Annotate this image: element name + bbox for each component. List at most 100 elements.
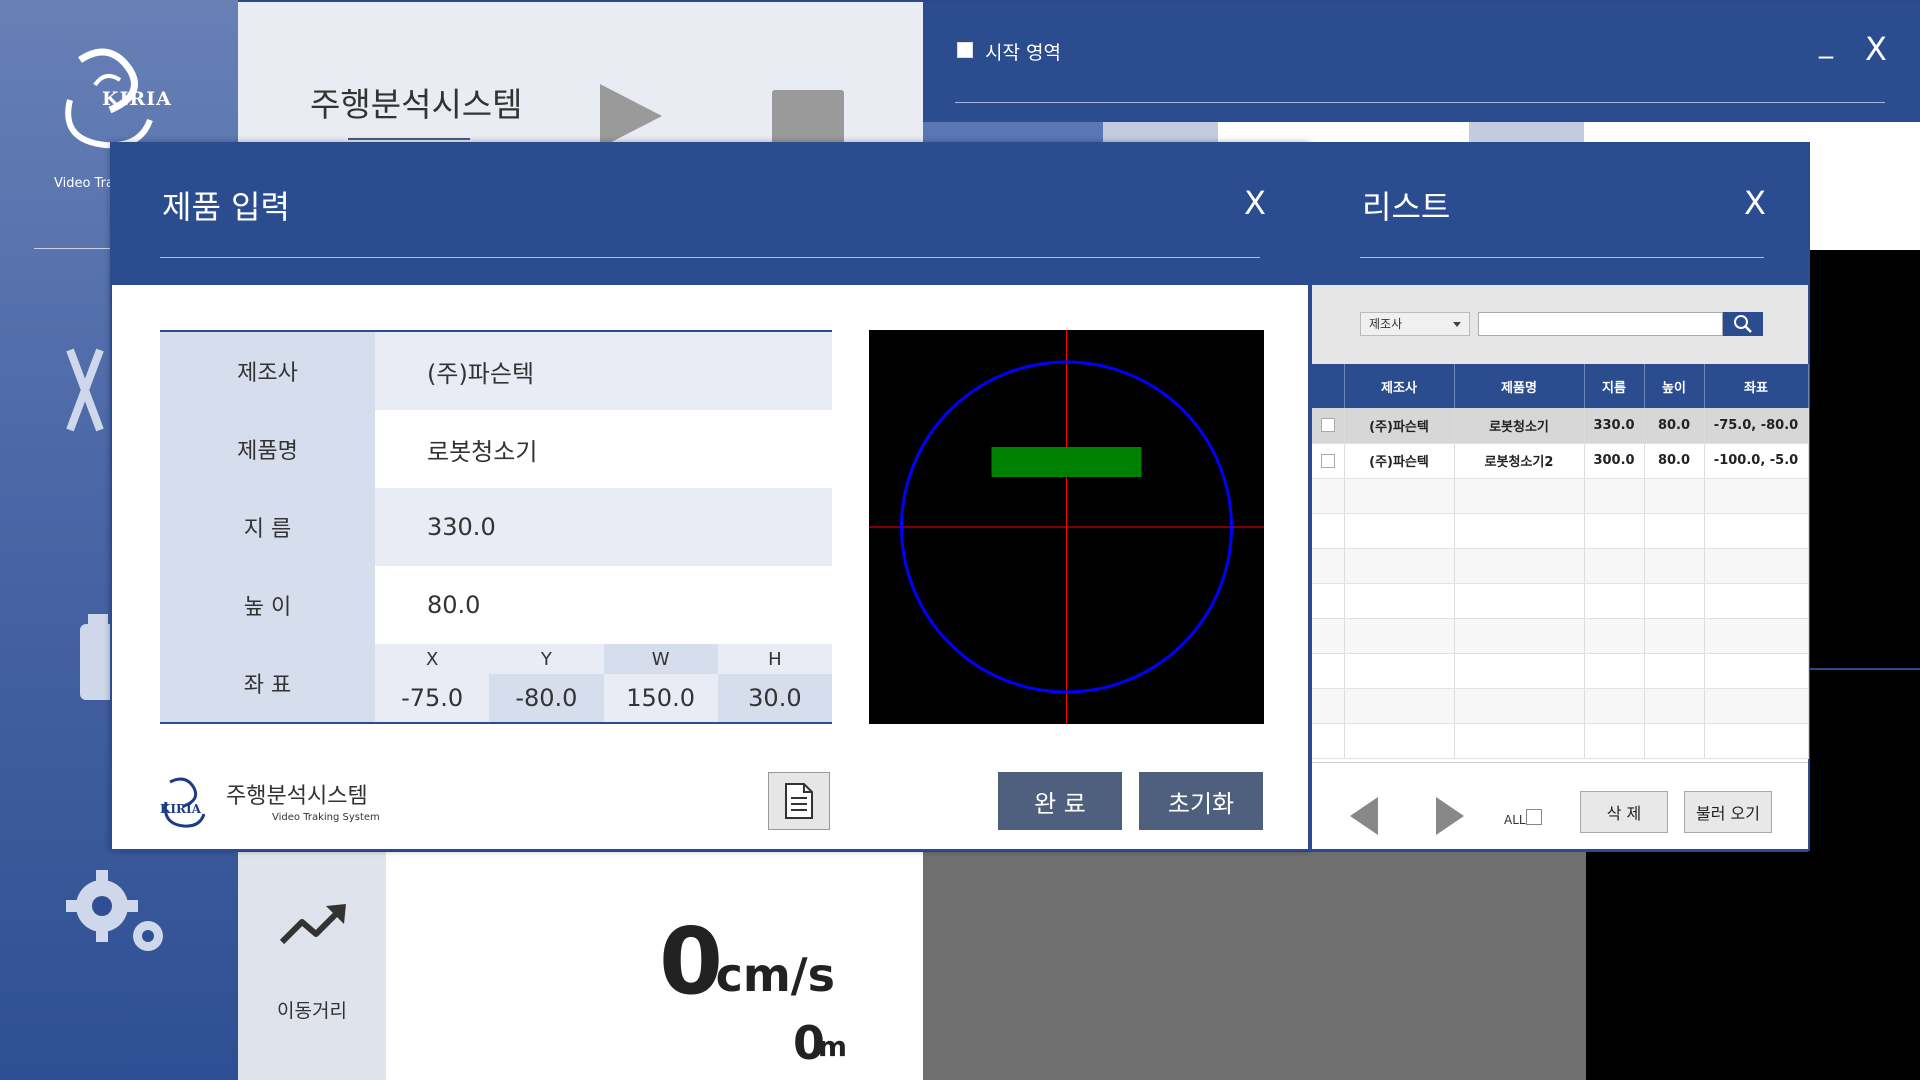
kiria-brand-text: KIRIA <box>102 88 172 110</box>
start-area-checkbox[interactable] <box>957 42 973 58</box>
dialog-close-button[interactable]: X <box>1244 184 1266 222</box>
product-preview-canvas <box>869 330 1264 724</box>
coord-w-header: W <box>603 644 718 674</box>
coord-h-header: H <box>717 644 832 674</box>
list-dialog-header: 리스트 X <box>1312 144 1808 285</box>
list-close-button[interactable]: X <box>1744 184 1766 222</box>
product-input-dialog: 제품 입력 X 제조사 (주)파슨텍 제품명 로봇청소기 지 름 330.0 높… <box>110 142 1310 851</box>
row-checkbox-cell <box>1312 443 1345 479</box>
coord-x-header: X <box>375 644 490 674</box>
search-button[interactable] <box>1723 312 1763 336</box>
select-all-checkbox[interactable] <box>1526 809 1542 825</box>
trend-up-icon <box>279 904 346 945</box>
row-checkbox-cell <box>1312 408 1345 444</box>
select-all-label: ALL <box>1504 813 1526 827</box>
maker-cell: (주)파슨텍 <box>1344 443 1455 479</box>
product-area-rect <box>991 447 1142 477</box>
empty-row <box>1312 688 1809 724</box>
minimize-button[interactable]: _ <box>1819 26 1833 59</box>
column-header[interactable]: 지름 <box>1584 364 1645 408</box>
height-cell: 80.0 <box>1644 443 1705 479</box>
logo-caption: Video Tra <box>54 176 114 191</box>
diameter-cell: 300.0 <box>1584 443 1645 479</box>
row-checkbox[interactable] <box>1320 453 1335 468</box>
distance-label: 이동거리 <box>277 1000 347 1022</box>
maker-cell: (주)파슨텍 <box>1344 408 1455 444</box>
speed-value: 0 <box>658 908 723 1015</box>
distance-unit: m <box>817 1030 847 1063</box>
manufacturer-label: 제조사 <box>160 332 375 410</box>
next-page-icon[interactable] <box>1434 797 1464 835</box>
load-button[interactable]: 불러 오기 <box>1684 791 1772 833</box>
product-list-table: 제조사 제품명 지름 높이 좌표 (주)파슨텍 로봇청소기 330.0 80.0… <box>1312 364 1809 759</box>
coord-y-field[interactable]: -80.0 <box>489 674 604 722</box>
dialog-title: 제품 입력 <box>162 188 290 226</box>
speed-panel: 0 cm/s 0 m <box>386 852 923 1080</box>
empty-row <box>1312 618 1809 654</box>
empty-row <box>1312 653 1809 689</box>
product-cell: 로봇청소기 <box>1454 408 1585 444</box>
coordinates-grid: X Y W H -75.0 -80.0 150.0 30.0 <box>375 644 832 722</box>
delete-button[interactable]: 삭 제 <box>1580 791 1668 833</box>
product-name-label: 제품명 <box>160 410 375 488</box>
tool-icon[interactable] <box>60 340 110 440</box>
product-form: 제조사 (주)파슨텍 제품명 로봇청소기 지 름 330.0 높 이 80.0 … <box>160 330 832 724</box>
column-header[interactable]: 제조사 <box>1344 364 1455 408</box>
height-label: 높 이 <box>160 566 375 644</box>
empty-row <box>1312 548 1809 584</box>
footer-app-subtitle: Video Traking System <box>272 812 380 823</box>
footer-brand-text: KIRIA <box>160 802 201 816</box>
empty-row <box>1312 513 1809 549</box>
list-search-input[interactable] <box>1478 312 1723 336</box>
product-name-field[interactable]: 로봇청소기 <box>375 410 832 488</box>
start-area-window: 시작 영역 _ X <box>923 2 1920 122</box>
empty-row <box>1312 723 1809 759</box>
chevron-down-icon <box>1453 322 1461 327</box>
table-row[interactable]: (주)파슨텍 로봇청소기 330.0 80.0 -75.0, -80.0 <box>1312 408 1809 444</box>
dialog-header-divider <box>160 257 1260 258</box>
bg-gray-panel <box>923 852 1586 1080</box>
manufacturer-filter-select[interactable]: 제조사 <box>1360 312 1470 336</box>
play-icon[interactable] <box>600 84 662 148</box>
diameter-field[interactable]: 330.0 <box>375 488 832 566</box>
coord-w-field[interactable]: 150.0 <box>603 674 718 722</box>
close-button[interactable]: X <box>1865 30 1887 68</box>
select-column-header <box>1312 364 1345 408</box>
diameter-label: 지 름 <box>160 488 375 566</box>
form-row-product-name: 제품명 로봇청소기 <box>160 410 832 488</box>
complete-button[interactable]: 완 료 <box>998 772 1122 830</box>
form-row-manufacturer: 제조사 (주)파슨텍 <box>160 332 832 410</box>
form-row-height: 높 이 80.0 <box>160 566 832 644</box>
title-underline <box>348 138 470 140</box>
coord-cell: -100.0, -5.0 <box>1704 443 1809 479</box>
coord-x-field[interactable]: -75.0 <box>375 674 490 722</box>
bg-video-view <box>1808 250 1920 668</box>
reset-button[interactable]: 초기화 <box>1139 772 1263 830</box>
column-header[interactable]: 좌표 <box>1704 364 1809 408</box>
prev-page-icon[interactable] <box>1350 797 1380 835</box>
empty-row <box>1312 583 1809 619</box>
product-dialog-header: 제품 입력 X <box>112 144 1308 285</box>
manufacturer-field[interactable]: (주)파슨텍 <box>375 332 832 410</box>
list-dialog: 리스트 X 제조사 제조사 제품명 지름 높이 좌표 (주)파슨텍 로봇청소기 … <box>1310 142 1810 851</box>
search-icon <box>1734 315 1752 333</box>
column-header[interactable]: 높이 <box>1644 364 1705 408</box>
gear-icon[interactable] <box>64 866 174 962</box>
distance-panel: 이동거리 <box>238 852 386 1080</box>
bg-black-panel <box>1586 852 1920 1080</box>
table-row[interactable]: (주)파슨텍 로봇청소기2 300.0 80.0 -100.0, -5.0 <box>1312 443 1809 479</box>
app-header-panel: 주행분석시스템 <box>238 2 923 152</box>
document-button[interactable] <box>768 772 830 830</box>
coord-y-header: Y <box>489 644 604 674</box>
form-row-coordinates: 좌 표 X Y W H -75.0 -80.0 150.0 30.0 <box>160 644 832 722</box>
speed-unit: cm/s <box>715 948 835 1002</box>
coord-h-field[interactable]: 30.0 <box>717 674 832 722</box>
height-field[interactable]: 80.0 <box>375 566 832 644</box>
footer-app-title: 주행분석시스템 <box>226 784 368 809</box>
coordinates-label: 좌 표 <box>160 644 375 722</box>
form-row-diameter: 지 름 330.0 <box>160 488 832 566</box>
bg-right-panel <box>1808 150 1920 250</box>
column-header[interactable]: 제품명 <box>1454 364 1585 408</box>
list-header-divider <box>1360 257 1764 258</box>
row-checkbox[interactable] <box>1320 418 1335 433</box>
